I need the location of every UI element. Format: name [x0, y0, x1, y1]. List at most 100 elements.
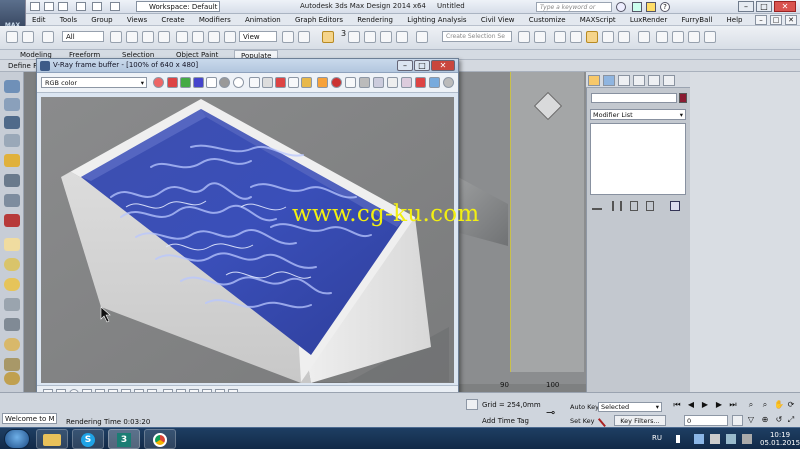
menu-furryball[interactable]: FurryBall [675, 14, 718, 26]
white-circle-icon[interactable] [233, 77, 244, 88]
select-rotate-icon[interactable] [192, 31, 204, 43]
previous-frame-icon[interactable]: ◀ [686, 400, 696, 410]
graphite-toolbar-icon[interactable] [586, 31, 598, 43]
align-icon[interactable] [534, 31, 546, 43]
use-colour-clamping-icon[interactable] [373, 77, 384, 88]
zoom-all-icon[interactable]: ⌕ [760, 400, 770, 410]
project-folder-icon[interactable] [110, 2, 120, 11]
select-move-icon[interactable] [176, 31, 188, 43]
hierarchy-tab-icon[interactable] [618, 75, 630, 86]
selection-filter-dropdown[interactable]: All [62, 31, 104, 42]
walk-through-icon[interactable]: ⊕ [760, 415, 770, 425]
light-lister-icon[interactable] [4, 154, 20, 167]
set-key-icon[interactable]: ⊸ [546, 406, 555, 419]
modifier-list-dropdown[interactable]: Modifier List ▾ [590, 109, 686, 120]
camera-icon[interactable] [4, 174, 20, 187]
window-crossing-icon[interactable] [158, 31, 170, 43]
orbit-subobject-icon[interactable]: ↺ [774, 415, 784, 425]
helper-icon[interactable] [4, 214, 20, 227]
maximize-button[interactable]: □ [756, 1, 772, 12]
cone-icon[interactable] [4, 298, 20, 311]
utilities-tab-icon[interactable] [663, 75, 675, 86]
menu-rendering[interactable]: Rendering [351, 14, 399, 26]
close-button[interactable]: ✕ [774, 1, 796, 12]
shape-icon[interactable] [4, 194, 20, 207]
menu-modifiers[interactable]: Modifiers [193, 14, 237, 26]
skype-taskbar-icon[interactable]: S [72, 429, 104, 449]
display-tab-icon[interactable] [648, 75, 660, 86]
place-icon[interactable] [224, 31, 236, 43]
minimize-button[interactable]: – [738, 1, 754, 12]
show-pixel-info-icon[interactable] [387, 77, 398, 88]
configure-sets-icon[interactable] [670, 201, 680, 211]
menu-edit[interactable]: Edit [26, 14, 52, 26]
torus-icon[interactable] [4, 358, 20, 371]
duplicate-to-mfb-icon[interactable] [288, 77, 299, 88]
add-time-tag-button[interactable]: Add Time Tag [482, 417, 529, 425]
fov-icon[interactable]: ▽ [746, 415, 756, 425]
layer-list-icon[interactable] [4, 116, 20, 129]
rendered-frame-window-icon[interactable] [672, 31, 684, 43]
alpha-channel-icon[interactable] [206, 77, 217, 88]
menu-maxscript[interactable]: MAXScript [574, 14, 622, 26]
flag-icon[interactable] [710, 434, 720, 444]
render-setup-icon[interactable] [656, 31, 668, 43]
vfb-title-bar[interactable]: V-Ray frame buffer - [100% of 640 x 480]… [37, 59, 458, 73]
snaps-toggle-icon[interactable] [348, 31, 360, 43]
blue-channel-icon[interactable] [193, 77, 204, 88]
clear-image-icon[interactable] [275, 77, 286, 88]
object-name-input[interactable] [591, 93, 677, 103]
redo-icon[interactable] [92, 2, 102, 11]
menu-animation[interactable]: Animation [239, 14, 287, 26]
track-mouse-icon[interactable] [301, 77, 312, 88]
workspace-dropdown[interactable]: Workspace: Default [136, 1, 220, 12]
file-explorer-taskbar-icon[interactable] [36, 429, 68, 449]
redo-toolbar-icon[interactable] [22, 31, 34, 43]
select-scale-icon[interactable] [208, 31, 220, 43]
teapot-icon[interactable] [443, 77, 454, 88]
time-config-icon[interactable] [732, 415, 743, 426]
channel-dropdown[interactable]: RGB color ▾ [41, 77, 147, 88]
render-iterative-icon[interactable] [704, 31, 716, 43]
selection-list-icon[interactable] [4, 134, 20, 147]
render-production-icon[interactable] [688, 31, 700, 43]
sun-icon[interactable] [4, 338, 20, 351]
sphere-primitive-icon[interactable] [4, 258, 20, 271]
geosphere-icon[interactable] [4, 278, 20, 291]
link-to-vfb-icon[interactable] [345, 77, 356, 88]
schematic-view-icon[interactable] [618, 31, 630, 43]
show-corrections-icon[interactable] [359, 77, 370, 88]
object-color-swatch[interactable] [679, 93, 687, 103]
save-file-icon[interactable] [58, 2, 68, 11]
menu-tools[interactable]: Tools [54, 14, 83, 26]
doc-restore-button[interactable]: □ [770, 15, 782, 25]
maxscript-listener[interactable]: Welcome to M [2, 413, 57, 424]
menu-graph-editors[interactable]: Graph Editors [289, 14, 349, 26]
menu-luxrender[interactable]: LuxRender [624, 14, 673, 26]
modifier-stack[interactable] [590, 123, 686, 195]
3dsmax-taskbar-icon[interactable]: 3 [108, 429, 140, 449]
play-icon[interactable]: ▶ [700, 400, 710, 410]
layer-manager-icon[interactable] [570, 31, 582, 43]
select-by-name-icon[interactable] [126, 31, 138, 43]
motion-tab-icon[interactable] [633, 75, 645, 86]
material-editor-icon[interactable] [638, 31, 650, 43]
auto-key-button[interactable]: Auto Key [570, 403, 599, 411]
curve-editor-icon[interactable] [602, 31, 614, 43]
keyboard-shortcut-override-icon[interactable] [322, 31, 334, 43]
doc-close-button[interactable]: ✕ [785, 15, 797, 25]
stop-render-icon[interactable] [415, 77, 426, 88]
spinner-snap-icon[interactable] [396, 31, 408, 43]
orbit-icon[interactable]: ⟳ [786, 400, 796, 410]
new-file-icon[interactable] [30, 2, 40, 11]
key-pencil-icon[interactable] [597, 412, 613, 428]
open-file-icon[interactable] [44, 2, 54, 11]
maximize-viewport-icon[interactable]: ⤢ [786, 415, 796, 425]
go-to-end-icon[interactable]: ⏭ [728, 400, 738, 410]
go-to-start-icon[interactable]: ⏮ [672, 400, 682, 410]
pyramid-icon[interactable] [4, 318, 20, 331]
select-manipulate-icon[interactable] [298, 31, 310, 43]
green-channel-icon[interactable] [180, 77, 191, 88]
reference-coordinate-dropdown[interactable]: View [239, 31, 277, 42]
remove-modifier-icon[interactable] [646, 201, 654, 211]
